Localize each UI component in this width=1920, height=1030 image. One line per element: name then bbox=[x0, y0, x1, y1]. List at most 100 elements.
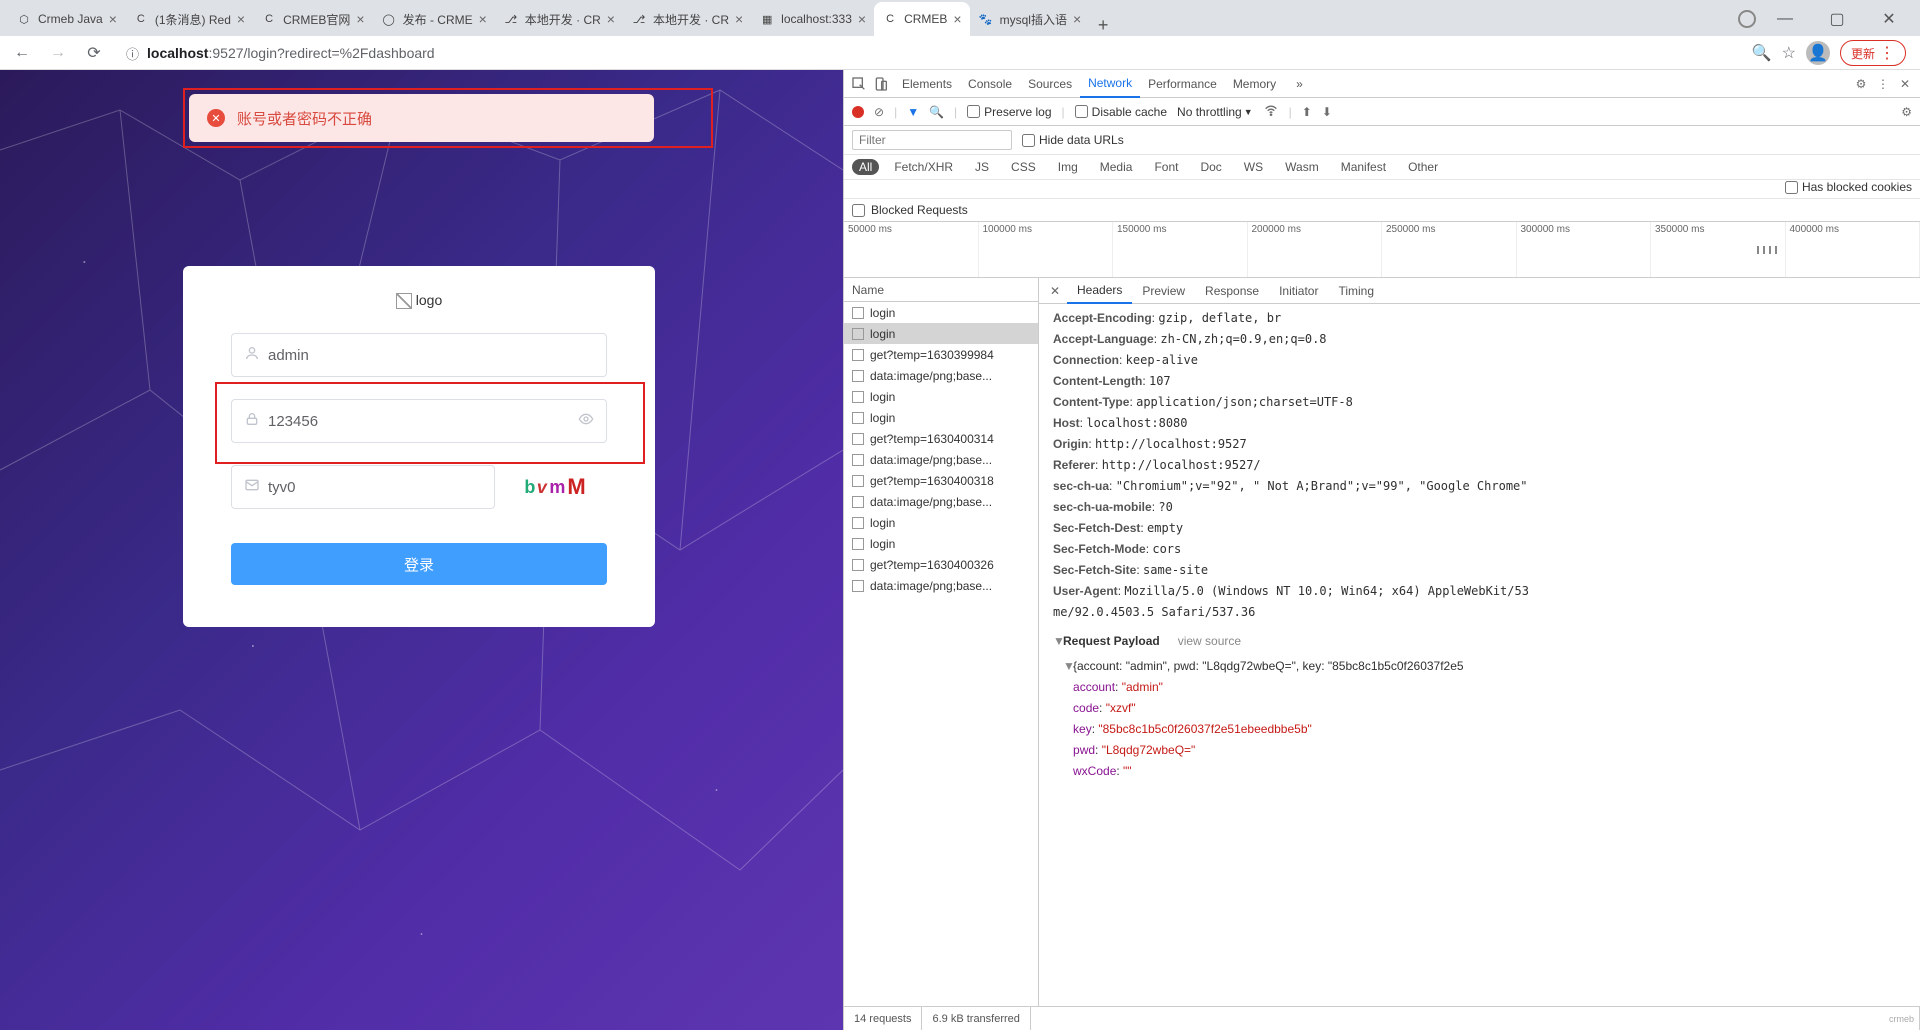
browser-tab[interactable]: C(1条消息) Red× bbox=[125, 2, 253, 36]
filter-chip[interactable]: Other bbox=[1401, 159, 1445, 175]
browser-tab[interactable]: 🐾mysql插入语× bbox=[970, 2, 1090, 36]
request-row[interactable]: login bbox=[844, 533, 1038, 554]
captcha-input[interactable] bbox=[268, 479, 482, 496]
request-row[interactable]: login bbox=[844, 302, 1038, 323]
tab-close-icon[interactable]: × bbox=[607, 12, 615, 26]
tab-close-icon[interactable]: × bbox=[953, 12, 961, 26]
request-row[interactable]: get?temp=1630400318 bbox=[844, 470, 1038, 491]
eye-icon[interactable] bbox=[578, 411, 594, 432]
browser-tab[interactable]: ⎇本地开发 · CR× bbox=[623, 2, 751, 36]
maximize-button[interactable]: ▢ bbox=[1814, 4, 1860, 34]
site-info-icon[interactable]: ⓘ bbox=[126, 44, 139, 63]
upload-icon[interactable]: ⬆ bbox=[1302, 105, 1312, 119]
payload-section-title[interactable]: ▼Request Payloadview source bbox=[1053, 631, 1920, 652]
filter-chip[interactable]: Font bbox=[1147, 159, 1185, 175]
tab-close-icon[interactable]: × bbox=[356, 12, 364, 26]
url-input[interactable]: ⓘ localhost:9527/login?redirect=%2Fdashb… bbox=[116, 39, 1744, 67]
browser-tab[interactable]: ▦localhost:333× bbox=[751, 2, 874, 36]
preserve-log-checkbox[interactable]: Preserve log bbox=[967, 105, 1051, 119]
tab-close-icon[interactable]: × bbox=[858, 12, 866, 26]
filter-chip[interactable]: Doc bbox=[1193, 159, 1228, 175]
filter-chip[interactable]: Manifest bbox=[1334, 159, 1393, 175]
browser-tab[interactable]: ⎇本地开发 · CR× bbox=[495, 2, 623, 36]
browser-tab[interactable]: CCRMEB官网× bbox=[253, 2, 373, 36]
tab-close-icon[interactable]: × bbox=[237, 12, 245, 26]
search-icon[interactable]: 🔍 bbox=[929, 105, 944, 119]
filter-chip[interactable]: CSS bbox=[1004, 159, 1043, 175]
devtools-tab-console[interactable]: Console bbox=[960, 70, 1020, 98]
request-row[interactable]: data:image/png;base... bbox=[844, 365, 1038, 386]
devtools-tab-memory[interactable]: Memory bbox=[1225, 70, 1284, 98]
devtools-tab-elements[interactable]: Elements bbox=[894, 70, 960, 98]
filter-chip[interactable]: Fetch/XHR bbox=[887, 159, 960, 175]
username-input[interactable] bbox=[268, 347, 594, 364]
has-blocked-cookies-checkbox[interactable]: Has blocked cookies bbox=[1785, 180, 1912, 194]
back-button[interactable]: ← bbox=[8, 39, 36, 67]
name-column-header[interactable]: Name bbox=[844, 278, 1038, 302]
browser-tab[interactable]: ◯发布 - CRME× bbox=[373, 2, 495, 36]
password-field[interactable] bbox=[231, 399, 607, 443]
browser-tab[interactable]: CCRMEB× bbox=[874, 2, 970, 36]
filter-input[interactable] bbox=[852, 130, 1012, 150]
filter-chip[interactable]: All bbox=[852, 159, 879, 175]
devtools-close-icon[interactable]: ✕ bbox=[1896, 75, 1914, 93]
minimize-button[interactable]: — bbox=[1762, 4, 1808, 34]
captcha-image[interactable]: bvmM bbox=[505, 465, 607, 509]
profile-avatar[interactable]: 👤 bbox=[1806, 41, 1830, 65]
bookmark-icon[interactable]: ☆ bbox=[1782, 43, 1796, 63]
blocked-requests-checkbox[interactable]: Blocked Requests bbox=[844, 199, 1920, 222]
browser-tab[interactable]: ⬡Crmeb Java× bbox=[8, 2, 125, 36]
devtools-tab-performance[interactable]: Performance bbox=[1140, 70, 1225, 98]
wifi-icon[interactable] bbox=[1263, 102, 1279, 121]
new-tab-button[interactable]: + bbox=[1089, 15, 1117, 36]
username-field[interactable] bbox=[231, 333, 607, 377]
disable-cache-checkbox[interactable]: Disable cache bbox=[1075, 105, 1167, 119]
throttling-select[interactable]: No throttling ▼ bbox=[1177, 105, 1253, 119]
devtools-tab-network[interactable]: Network bbox=[1080, 70, 1140, 98]
detail-tab-preview[interactable]: Preview bbox=[1132, 278, 1195, 304]
hide-data-urls-checkbox[interactable]: Hide data URLs bbox=[1022, 133, 1124, 147]
tab-close-icon[interactable]: × bbox=[479, 12, 487, 26]
search-icon[interactable]: 🔍 bbox=[1752, 43, 1772, 63]
record-button[interactable] bbox=[852, 106, 864, 118]
request-row[interactable]: data:image/png;base... bbox=[844, 449, 1038, 470]
request-row[interactable]: get?temp=1630399984 bbox=[844, 344, 1038, 365]
filter-chip[interactable]: WS bbox=[1237, 159, 1270, 175]
request-row[interactable]: login bbox=[844, 386, 1038, 407]
update-button[interactable]: 更新 ⋮ bbox=[1840, 40, 1906, 66]
forward-button[interactable]: → bbox=[44, 39, 72, 67]
reload-button[interactable]: ⟳ bbox=[80, 39, 108, 67]
settings-icon[interactable]: ⚙ bbox=[1852, 75, 1870, 93]
captcha-field[interactable] bbox=[231, 465, 495, 509]
devtools-tab-sources[interactable]: Sources bbox=[1020, 70, 1080, 98]
tab-close-icon[interactable]: × bbox=[1073, 12, 1081, 26]
detail-tab-headers[interactable]: Headers bbox=[1067, 278, 1132, 304]
request-row[interactable]: get?temp=1630400326 bbox=[844, 554, 1038, 575]
request-row[interactable]: data:image/png;base... bbox=[844, 491, 1038, 512]
filter-chip[interactable]: JS bbox=[968, 159, 996, 175]
clear-icon[interactable]: ⊘ bbox=[874, 105, 884, 119]
devtools-menu-icon[interactable]: ⋮ bbox=[1874, 75, 1892, 93]
detail-tab-initiator[interactable]: Initiator bbox=[1269, 278, 1328, 304]
tab-close-icon[interactable]: × bbox=[735, 12, 743, 26]
filter-chip[interactable]: Wasm bbox=[1278, 159, 1326, 175]
download-icon[interactable]: ⬇ bbox=[1322, 105, 1332, 119]
network-timeline[interactable]: 50000 ms100000 ms150000 ms200000 ms25000… bbox=[844, 222, 1920, 278]
network-settings-icon[interactable]: ⚙ bbox=[1901, 105, 1912, 119]
request-row[interactable]: login bbox=[844, 407, 1038, 428]
device-icon[interactable] bbox=[872, 75, 890, 93]
tab-close-icon[interactable]: × bbox=[109, 12, 117, 26]
close-detail-icon[interactable]: ✕ bbox=[1045, 284, 1065, 298]
filter-chip[interactable]: Media bbox=[1093, 159, 1140, 175]
detail-tab-timing[interactable]: Timing bbox=[1328, 278, 1384, 304]
request-row[interactable]: data:image/png;base... bbox=[844, 575, 1038, 596]
close-window-button[interactable]: ✕ bbox=[1866, 4, 1912, 34]
request-row[interactable]: get?temp=1630400314 bbox=[844, 428, 1038, 449]
filter-chip[interactable]: Img bbox=[1051, 159, 1085, 175]
inspect-icon[interactable] bbox=[850, 75, 868, 93]
login-button[interactable]: 登录 bbox=[231, 543, 607, 585]
password-input[interactable] bbox=[268, 413, 578, 430]
more-tabs-icon[interactable]: » bbox=[1288, 70, 1311, 98]
detail-body[interactable]: Accept-Encoding: gzip, deflate, brAccept… bbox=[1039, 304, 1920, 1006]
filter-toggle-icon[interactable]: ▼ bbox=[907, 105, 919, 119]
